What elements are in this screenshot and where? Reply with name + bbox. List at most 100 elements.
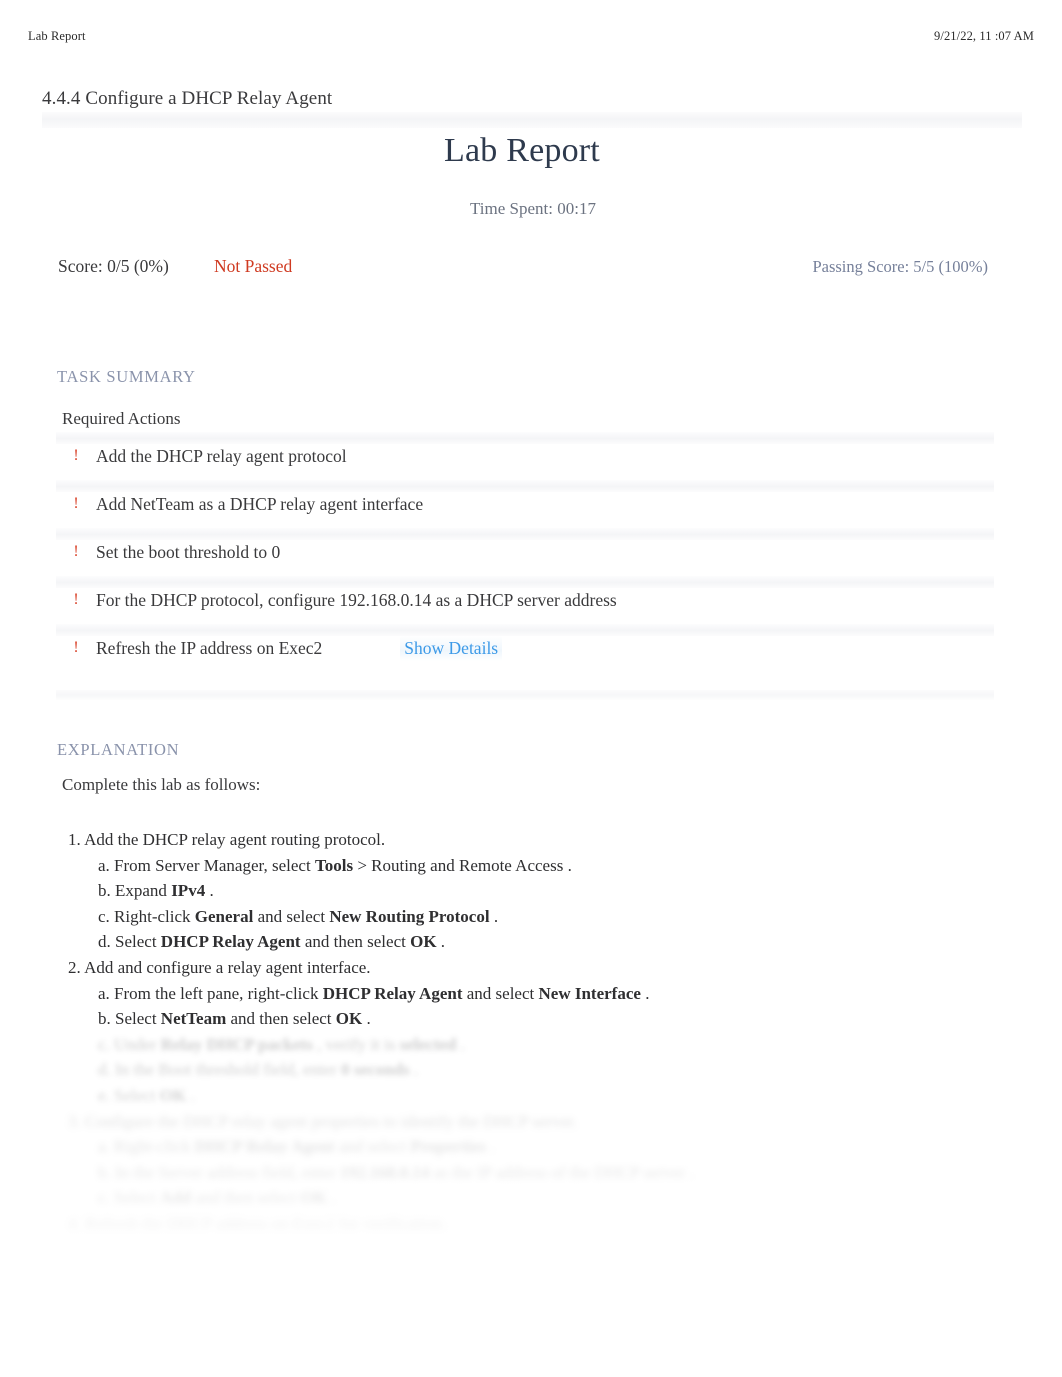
row-band [56, 480, 994, 492]
step-text: . [689, 1162, 694, 1182]
explanation-step: 3. Configure the DHCP relay agent proper… [68, 1109, 1012, 1135]
explanation-step: a. Right-click DHCP Relay Agent and sele… [98, 1134, 1012, 1160]
step-number: a. [98, 855, 115, 875]
step-text: From Server Manager, select [114, 855, 311, 875]
ui-term: NetTeam [160, 1009, 227, 1029]
required-action-label: For the DHCP protocol, configure 192.168… [96, 589, 617, 610]
step-text: Expand [115, 881, 167, 901]
ui-term: IPv4 [171, 881, 206, 901]
step-text: . [440, 932, 446, 952]
ui-term: Relay DHCP packets [160, 1034, 313, 1054]
page-title: Lab Report [444, 132, 600, 169]
step-number: b. [98, 1009, 115, 1029]
step-number: a. [98, 1137, 115, 1157]
step-text: In the Server address field, enter [115, 1162, 336, 1182]
time-spent-label: Time Spent: 00:17 [470, 199, 596, 218]
step-number: d. [98, 932, 115, 952]
incomplete-warning-icon: ! [73, 591, 79, 608]
step-text: . [493, 906, 499, 926]
required-action-label: Refresh the IP address on Exec2 [96, 637, 323, 658]
step-text: Select [114, 1085, 156, 1105]
explanation-step: d. In the Boot threshold field, enter 0 … [98, 1057, 1012, 1083]
step-text: In the Boot threshold field, enter [115, 1060, 337, 1080]
required-action-label: Add NetTeam as a DHCP relay agent interf… [96, 493, 424, 514]
ui-term: General [194, 906, 254, 926]
ui-term: Properties [410, 1137, 486, 1157]
step-text: Select [115, 1009, 157, 1029]
required-action-row: ! Add the DHCP relay agent protocol [56, 432, 994, 480]
ui-term: DHCP Relay Agent [194, 1137, 335, 1157]
score-value: Score: 0/5 (0%) [58, 256, 169, 276]
print-header: Lab Report 9/21/22, 11 :07 AM [0, 26, 1062, 46]
step-text: as the IP address of the DHCP server [433, 1162, 685, 1182]
step-number: 3. [68, 1111, 85, 1131]
step-text: Add and configure a relay agent interfac… [84, 957, 371, 977]
required-actions-list: ! Add the DHCP relay agent protocol! Add N… [56, 432, 994, 672]
row-band [56, 432, 994, 444]
required-action-label: Add the DHCP relay agent protocol [96, 445, 347, 466]
step-text: Refresh the DHCP address on Exec2 for ve… [85, 1213, 446, 1233]
explanation-steps: 1. Add the DHCP relay agent routing prot… [62, 827, 1012, 1237]
ui-term: Add [159, 1188, 192, 1208]
step-text: . [190, 1085, 195, 1105]
ui-term: New Routing Protocol [329, 906, 490, 926]
explanation-step: c. Under Relay DHCP packets , verify it … [98, 1032, 1012, 1058]
required-action-label: Set the boot threshold to 0 [96, 541, 281, 562]
lab-number-title: 4.4.4 Configure a DHCP Relay Agent [42, 88, 333, 109]
ui-term: OK [335, 1009, 363, 1029]
header-divider-band [42, 112, 1022, 128]
step-number: c. [98, 1188, 115, 1208]
step-number: d. [98, 1060, 115, 1080]
step-text: . [209, 881, 214, 901]
step-text: and select [466, 983, 535, 1003]
ui-term: 0 seconds [341, 1060, 410, 1080]
explanation-step: a. From the left pane, right-click DHCP … [98, 981, 1012, 1007]
required-actions-subheading: Required Actions [62, 409, 181, 428]
ui-term: Tools [314, 855, 354, 875]
step-number: 1. [68, 830, 85, 849]
print-header-label: Lab Report [28, 28, 86, 43]
step-number: c. [98, 906, 115, 926]
lab-report-page: Lab Report 9/21/22, 11 :07 AM 4.4.4 Conf… [0, 0, 1062, 1377]
explanation-step: 2. Add and configure a relay agent inter… [68, 955, 1012, 981]
explanation-step: 1. Add the DHCP relay agent routing prot… [68, 827, 1012, 853]
explanation-step: a. From Server Manager, select Tools > R… [98, 853, 1012, 879]
step-text: . [645, 983, 650, 1003]
step-text: . [567, 855, 572, 875]
required-action-row: ! For the DHCP protocol, configure 192.16… [56, 576, 994, 624]
required-action-row: ! Refresh the IP address on Exec2 Show Det… [56, 624, 994, 672]
explanation-step: b. Expand IPv4 . [98, 878, 1012, 904]
ui-term: OK [410, 932, 437, 952]
incomplete-warning-icon: ! [73, 495, 79, 512]
ui-term: selected [399, 1034, 457, 1054]
step-number: b. [98, 881, 115, 901]
required-action-row: ! Add NetTeam as a DHCP relay agent inter… [56, 480, 994, 528]
score-row: Score: 0/5 (0%) Not Passed Passing Score… [0, 256, 1062, 286]
explanation-step: e. Select OK . [98, 1083, 1012, 1109]
incomplete-warning-icon: ! [73, 639, 79, 656]
step-text: . [331, 1188, 336, 1208]
step-text: . [413, 1060, 419, 1080]
ui-term: New Interface [538, 983, 641, 1003]
step-text: . [366, 1009, 371, 1029]
step-text: Under [114, 1034, 157, 1054]
required-action-row: ! Set the boot threshold to 0 [56, 528, 994, 576]
status-badge: Not Passed [214, 256, 293, 276]
print-header-timestamp: 9/21/22, 11 :07 AM [934, 28, 1034, 43]
row-band [56, 624, 994, 636]
step-number: b. [98, 1162, 115, 1182]
ui-term: OK [159, 1085, 187, 1105]
explanation-step: b. Select NetTeam and then select OK . [98, 1006, 1012, 1032]
step-text: and then select [195, 1188, 297, 1208]
explanation-step: 4. Refresh the DHCP address on Exec2 for… [68, 1211, 1012, 1237]
step-text: and then select [230, 1009, 332, 1029]
step-text: Add the DHCP relay agent routing protoco… [84, 830, 386, 849]
show-details-link[interactable]: Show Details [400, 635, 503, 661]
row-band [56, 528, 994, 540]
step-number: a. [98, 983, 115, 1003]
ui-term: DHCP Relay Agent [160, 932, 301, 952]
row-band [56, 576, 994, 588]
step-number: 2. [68, 957, 85, 977]
step-text: Configure the DHCP relay agent propertie… [85, 1111, 578, 1131]
step-text: Select [114, 1188, 156, 1208]
